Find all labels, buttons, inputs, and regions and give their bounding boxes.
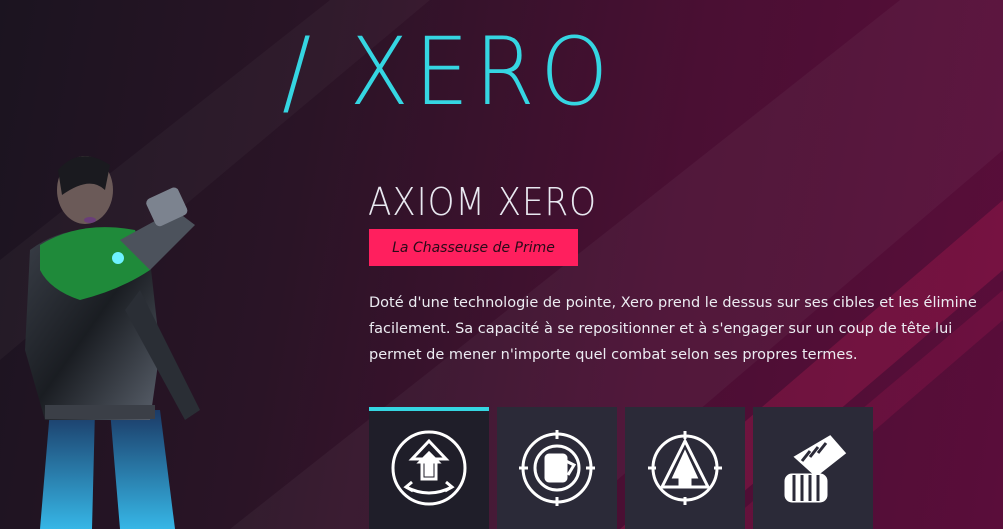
ability-tab-2[interactable] bbox=[497, 407, 617, 529]
hero-name: AXIOM XERO bbox=[368, 180, 597, 224]
gauntlet-fist-icon bbox=[784, 435, 847, 503]
hero-description: Doté d'une technologie de pointe, Xero p… bbox=[369, 295, 977, 363]
target-hand-icon bbox=[519, 430, 595, 506]
ability-tab-4[interactable] bbox=[753, 407, 873, 529]
ability-tab-3[interactable] bbox=[625, 407, 745, 529]
triple-arrow-emblem-icon bbox=[648, 431, 722, 505]
character-portrait bbox=[25, 156, 200, 529]
hero-title: / XERO bbox=[282, 18, 614, 127]
role-badge: La Chasseuse de Prime bbox=[369, 229, 578, 266]
reposition-arrow-icon bbox=[391, 430, 467, 506]
ability-tab-1[interactable] bbox=[369, 407, 489, 529]
ability-tabs bbox=[369, 407, 873, 529]
